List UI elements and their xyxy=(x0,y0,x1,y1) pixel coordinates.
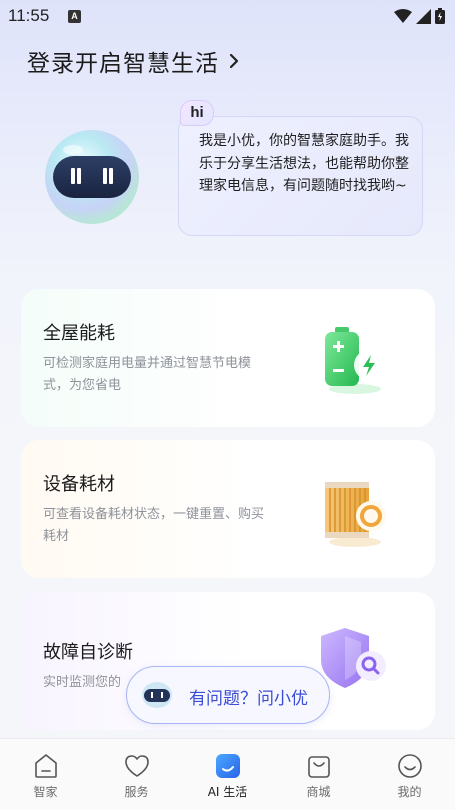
card-title: 故障自诊断 xyxy=(43,642,133,663)
signal-icon xyxy=(416,8,431,24)
battery-status-icon xyxy=(435,8,445,24)
ask-label: 有问题？问小优 xyxy=(189,689,308,709)
login-link[interactable]: 登录开启智慧生活 xyxy=(27,44,239,78)
wifi-icon xyxy=(394,8,412,23)
bottom-nav: 智家 服务 AI 生活 商城 我的 xyxy=(0,738,455,810)
ai-life-icon xyxy=(215,754,240,778)
nav-item-ai-life[interactable]: AI 生活 xyxy=(182,739,273,810)
shield-search-icon xyxy=(321,628,386,688)
status-bar: 11:55 A xyxy=(0,0,455,32)
nav-label: 我的 xyxy=(397,785,422,799)
profile-icon xyxy=(397,754,422,778)
nav-item-home[interactable]: 智家 xyxy=(0,739,91,810)
nav-item-shop[interactable]: 商城 xyxy=(273,739,364,810)
card-desc: 可查看设备耗材状态，一键重置、购买耗材 xyxy=(43,507,265,544)
login-text: 登录开启智慧生活 xyxy=(27,51,219,77)
nav-label: 服务 xyxy=(124,785,149,799)
battery-icon xyxy=(325,327,384,394)
status-notification-icon: A xyxy=(68,10,81,23)
card-title: 设备耗材 xyxy=(43,474,115,495)
assistant-message: 我是小优，你的智慧家庭助手。我乐于分享生活想法，也能帮助你整理家电信息，有问题随… xyxy=(199,133,409,194)
nav-label: AI 生活 xyxy=(207,785,248,799)
card-energy[interactable]: 全屋能耗 可检测家庭用电量并通过智慧节电模式，为您省电 xyxy=(21,289,435,427)
chevron-right-icon xyxy=(229,53,239,69)
robot-avatar-icon[interactable] xyxy=(43,128,141,226)
heart-icon xyxy=(124,755,149,777)
nav-item-profile[interactable]: 我的 xyxy=(364,739,455,810)
filter-icon xyxy=(325,482,386,547)
robot-mini-icon xyxy=(142,682,172,708)
status-icons xyxy=(394,8,445,24)
nav-label: 智家 xyxy=(33,785,58,799)
home-icon xyxy=(34,754,57,778)
ask-assistant-button[interactable]: 有问题？问小优 xyxy=(126,666,330,724)
status-time: 11:55 xyxy=(8,6,50,25)
card-consumables[interactable]: 设备耗材 可查看设备耗材状态，一键重置、购买耗材 xyxy=(21,440,435,578)
shop-bag-icon xyxy=(307,756,330,778)
card-title: 全屋能耗 xyxy=(43,323,115,344)
nav-label: 商城 xyxy=(306,785,331,799)
card-desc: 可检测家庭用电量并通过智慧节电模式，为您省电 xyxy=(43,356,252,393)
nav-item-service[interactable]: 服务 xyxy=(91,739,182,810)
hi-badge: hi xyxy=(180,100,214,126)
